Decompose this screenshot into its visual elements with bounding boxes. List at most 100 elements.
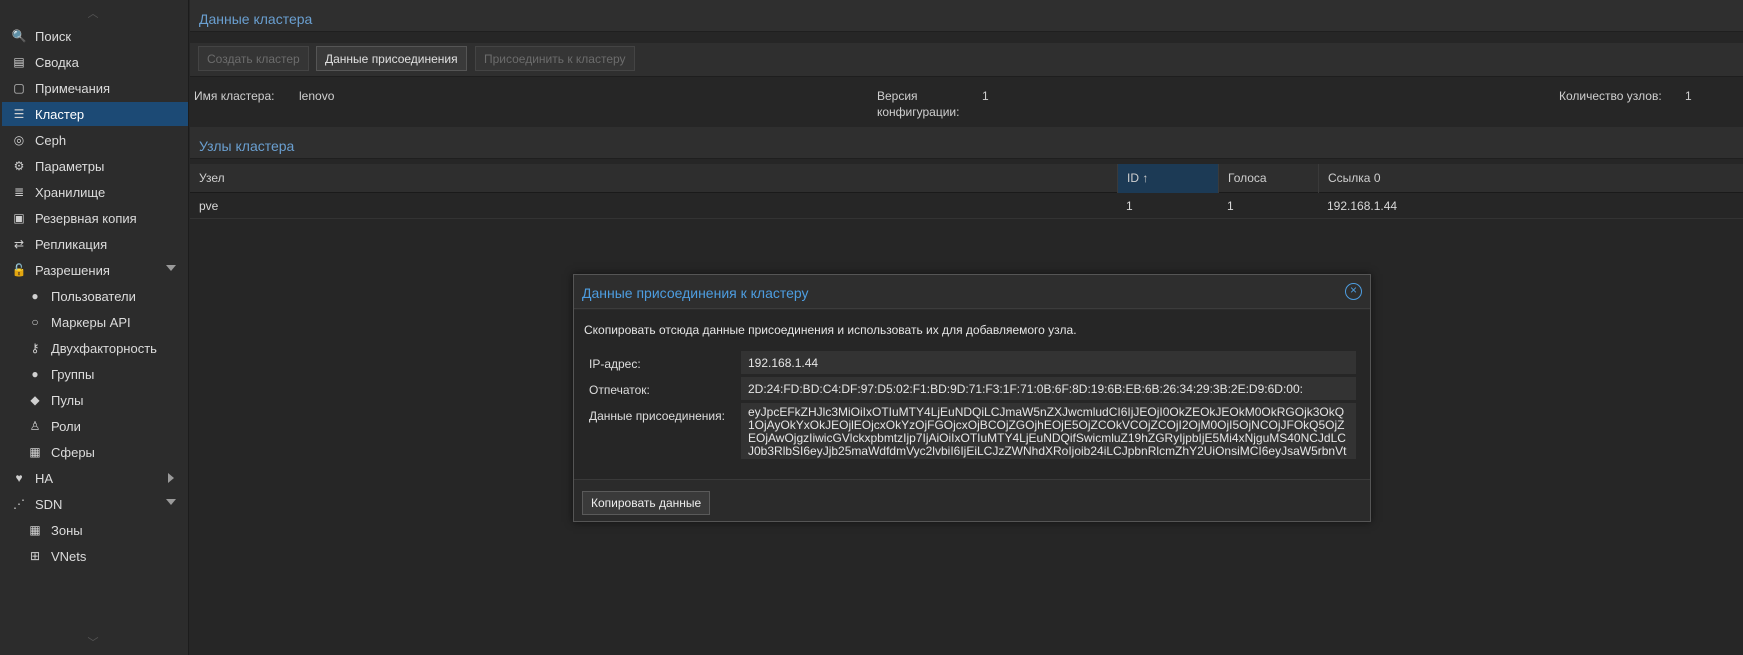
sidebar-item-sdn[interactable]: ⋰ SDN xyxy=(2,492,188,516)
sidebar-item-label: HA xyxy=(35,470,54,486)
sidebar-item-label: Ceph xyxy=(35,132,67,148)
close-icon[interactable]: × xyxy=(1345,283,1362,300)
table-row[interactable]: pve 1 1 192.168.1.44 xyxy=(190,193,1743,219)
sidebar-item-two-factor[interactable]: ⚷ Двухфакторность xyxy=(2,336,188,360)
ip-address-label: IP-адрес: xyxy=(589,357,641,371)
sidebar-item-label: Репликация xyxy=(35,236,108,252)
dialog-description: Скопировать отсюда данные присоединения … xyxy=(584,323,1077,337)
sidebar-item-vnets[interactable]: ⊞ VNets xyxy=(2,544,188,568)
sidebar-item-label: Резервная копия xyxy=(35,210,137,226)
join-info-dialog: Данные присоединения к кластеру × Скопир… xyxy=(573,274,1371,522)
sidebar-item-users[interactable]: ● Пользователи xyxy=(2,284,188,308)
dialog-title: Данные присоединения к кластеру xyxy=(582,285,809,301)
node-link0-cell: 192.168.1.44 xyxy=(1327,199,1398,213)
sidebar-item-permissions[interactable]: 🔓 Разрешения xyxy=(2,258,188,282)
join-cluster-button[interactable]: Присоединить к кластеру xyxy=(475,46,635,71)
cluster-name-label: Имя кластера: xyxy=(194,89,275,103)
ip-address-field[interactable]: 192.168.1.44 xyxy=(741,351,1356,374)
page-title: Данные кластера xyxy=(199,11,313,27)
sidebar-item-ceph[interactable]: ◎ Ceph xyxy=(2,128,188,152)
sidebar-item-summary[interactable]: ▤ Сводка xyxy=(2,50,188,74)
column-header-link0[interactable]: Ссылка 0 xyxy=(1318,164,1743,193)
sidebar-item-cluster[interactable]: ☰ Кластер xyxy=(2,102,188,126)
sidebar-item-label: Параметры xyxy=(35,158,105,174)
user-outline-icon: ○ xyxy=(31,315,39,329)
node-votes-cell: 1 xyxy=(1227,199,1234,213)
sidebar-item-label: Примечания xyxy=(35,80,111,96)
search-icon: 🔍 xyxy=(11,29,27,43)
heartbeat-icon: ♥ xyxy=(15,471,23,485)
unlock-icon: 🔓 xyxy=(11,263,27,277)
join-information-label: Данные присоединения: xyxy=(589,409,725,423)
nodes-count-label: Количество узлов: xyxy=(1559,89,1662,103)
sidebar-item-label: Кластер xyxy=(35,106,85,122)
sidebar-item-label: Сводка xyxy=(35,54,79,70)
column-header-id[interactable]: ID ↑ xyxy=(1117,164,1218,193)
users-icon: ● xyxy=(31,367,39,381)
sidebar-item-groups[interactable]: ● Группы xyxy=(2,362,188,386)
sidebar-item-label: Разрешения xyxy=(35,262,110,278)
cluster-info-row: Имя кластера: lenovo Версия конфигурации… xyxy=(190,78,1743,126)
join-information-button[interactable]: Данные присоединения xyxy=(316,46,467,71)
column-header-votes[interactable]: Голоса xyxy=(1218,164,1318,193)
male-icon: ♙ xyxy=(29,419,41,433)
column-header-node[interactable]: Узел xyxy=(190,164,1117,193)
sidebar-item-label: Пулы xyxy=(51,392,84,408)
sidebar-item-label: Хранилище xyxy=(35,184,106,200)
copy-information-button[interactable]: Копировать данные xyxy=(582,491,711,515)
book-icon: ▤ xyxy=(13,55,25,69)
address-book-icon: ▦ xyxy=(29,445,41,459)
node-name-cell: pve xyxy=(199,199,219,213)
sidebar-item-options[interactable]: ⚙ Параметры xyxy=(2,154,188,178)
config-version-label-2: конфигурации: xyxy=(877,105,960,119)
sidebar-item-label: Двухфакторность xyxy=(51,340,157,356)
sidebar-item-roles[interactable]: ♙ Роли xyxy=(2,414,188,438)
sidebar-item-realms[interactable]: ▦ Сферы xyxy=(2,440,188,464)
sidebar-item-label: SDN xyxy=(35,496,63,512)
tags-icon: ◆ xyxy=(30,393,40,407)
chevron-down-icon[interactable] xyxy=(166,499,176,505)
sidebar-item-label: Роли xyxy=(51,418,81,434)
th-icon: ▦ xyxy=(29,523,41,537)
sidebar-item-label: Группы xyxy=(51,366,95,382)
sidebar-item-backup[interactable]: ▣ Резервная копия xyxy=(2,206,188,230)
notes-icon: ▢ xyxy=(13,81,25,95)
gear-icon: ⚙ xyxy=(13,159,25,173)
fingerprint-field[interactable]: 2D:24:FD:BD:C4:DF:97:D5:02:F1:BD:9D:71:F… xyxy=(741,377,1356,400)
cluster-toolbar: Создать кластер Данные присоединения При… xyxy=(190,43,1743,77)
scroll-up-icon[interactable]: ︿ xyxy=(86,9,100,20)
sidebar-item-ha[interactable]: ♥ HA xyxy=(2,466,188,490)
retweet-icon: ⇄ xyxy=(13,237,25,251)
nodes-grid-header: Узел ID ↑ Голоса Ссылка 0 xyxy=(190,164,1743,193)
sdn-icon: ⋰ xyxy=(13,497,25,511)
cluster-nodes-header: Узлы кластера xyxy=(190,127,1743,159)
sidebar-item-label: Зоны xyxy=(51,522,83,538)
join-information-field[interactable]: eyJpcEFkZHJlc3MiOiIxOTIuMTY4LjEuNDQiLCJm… xyxy=(741,403,1356,459)
sidebar-item-search[interactable]: 🔍 Поиск xyxy=(2,24,188,48)
chevron-down-icon[interactable] xyxy=(166,265,176,271)
sidebar-item-zones[interactable]: ▦ Зоны xyxy=(2,518,188,542)
scroll-down-icon[interactable]: ﹀ xyxy=(86,638,100,649)
sidebar-item-api-tokens[interactable]: ○ Маркеры API xyxy=(2,310,188,334)
sidebar-item-storage[interactable]: ≣ Хранилище xyxy=(2,180,188,204)
floppy-icon: ▣ xyxy=(13,211,25,225)
sidebar-item-label: Пользователи xyxy=(51,288,136,304)
sidebar-item-label: Сферы xyxy=(51,444,95,460)
dialog-body: Скопировать отсюда данные присоединения … xyxy=(574,310,1370,480)
sidebar-item-notes[interactable]: ▢ Примечания xyxy=(2,76,188,100)
sidebar: ︿ 🔍 Поиск ▤ Сводка ▢ Примечания ☰ Класте… xyxy=(0,0,189,655)
sitemap-icon: ⊞ xyxy=(29,549,41,563)
nodes-count-value: 1 xyxy=(1685,89,1692,103)
node-id-cell: 1 xyxy=(1126,199,1133,213)
sidebar-item-replication[interactable]: ⇄ Репликация xyxy=(2,232,188,256)
dialog-header: Данные присоединения к кластеру × xyxy=(574,275,1370,309)
key-icon: ⚷ xyxy=(30,341,40,355)
sidebar-item-label: Маркеры API xyxy=(51,314,131,330)
sidebar-item-pools[interactable]: ◆ Пулы xyxy=(2,388,188,412)
create-cluster-button[interactable]: Создать кластер xyxy=(198,46,309,71)
cluster-info-header: Данные кластера xyxy=(190,0,1743,32)
chevron-right-icon[interactable] xyxy=(168,473,174,483)
config-version-value: 1 xyxy=(982,89,989,103)
config-version-label-1: Версия xyxy=(877,89,918,103)
database-icon: ≣ xyxy=(13,185,25,199)
